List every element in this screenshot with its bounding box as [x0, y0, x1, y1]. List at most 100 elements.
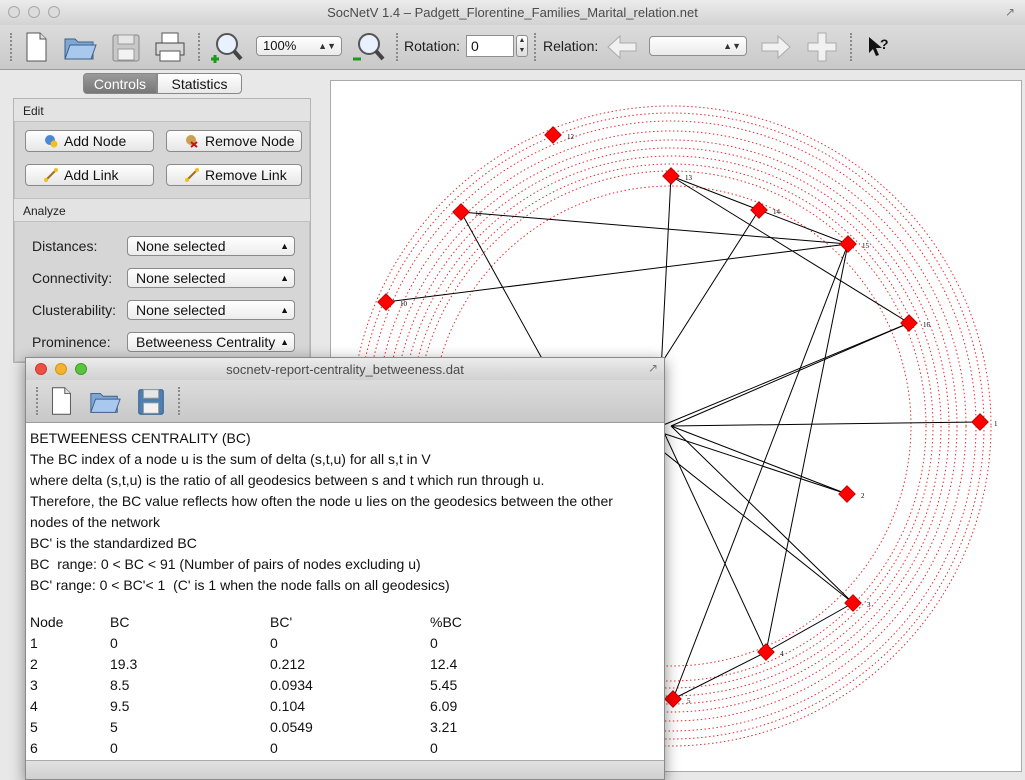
add-relation-button[interactable]	[804, 29, 840, 65]
node-diamond[interactable]	[750, 201, 768, 219]
distances-value: None selected	[136, 238, 226, 254]
graph-edge	[460, 211, 849, 245]
remove-node-button[interactable]: Remove Node	[166, 130, 302, 152]
whats-this-button[interactable]: ?	[860, 29, 896, 65]
open-folder-icon	[90, 392, 121, 413]
fullscreen-icon[interactable]: ↗	[648, 361, 658, 375]
node-diamond[interactable]	[377, 293, 395, 311]
zoom-select[interactable]: 100% ▲▼	[256, 36, 342, 56]
node-diamond[interactable]	[900, 314, 918, 332]
tab-statistics[interactable]: Statistics	[157, 73, 242, 94]
graph-node-5[interactable]: 5	[664, 690, 691, 708]
rotation-input[interactable]: 0	[466, 35, 514, 57]
chevron-updown-icon: ▲	[280, 273, 289, 283]
zoom-out-button[interactable]	[350, 29, 386, 65]
arrow-left-icon	[607, 34, 637, 60]
add-node-button[interactable]: Add Node	[25, 130, 154, 152]
table-cell: 5	[110, 719, 118, 735]
new-file-button[interactable]	[18, 29, 54, 65]
add-node-icon	[45, 135, 58, 148]
node-diamond[interactable]	[838, 485, 856, 503]
zoom-in-button[interactable]	[208, 29, 244, 65]
table-cell: 0	[110, 635, 118, 651]
svg-text:?: ?	[880, 36, 889, 52]
report-open-button[interactable]	[88, 384, 122, 418]
open-folder-icon	[64, 38, 97, 60]
graph-node-16[interactable]: 16	[900, 314, 931, 332]
remove-link-button[interactable]: Remove Link	[166, 164, 302, 186]
relation-label: Relation:	[543, 38, 599, 54]
relation-select[interactable]: ▲▼	[649, 36, 747, 56]
save-disk-icon	[112, 34, 140, 62]
table-cell: 0	[110, 740, 118, 756]
analyze-group-title: Analyze	[23, 204, 66, 218]
report-save-button[interactable]	[134, 384, 168, 418]
add-link-button[interactable]: Add Link	[25, 164, 154, 186]
chevron-updown-icon: ▲▼	[723, 41, 741, 51]
graph-edge	[670, 175, 910, 324]
tab-controls[interactable]: Controls	[83, 73, 157, 94]
graph-edge	[670, 425, 848, 495]
column-header: %BC	[430, 614, 462, 630]
fullscreen-icon[interactable]: ↗	[1005, 5, 1019, 19]
zoom-value: 100%	[263, 38, 297, 53]
graph-node-10[interactable]: 10	[377, 293, 408, 311]
graph-node-12[interactable]: 12	[544, 126, 575, 144]
graph-node-13[interactable]: 13	[662, 167, 693, 185]
graph-edge	[660, 322, 910, 427]
clusterability-select[interactable]: None selected ▲	[127, 300, 295, 320]
connectivity-label: Connectivity:	[32, 270, 113, 286]
connectivity-select[interactable]: None selected ▲	[127, 268, 295, 288]
graph-node-11[interactable]: 11	[452, 203, 483, 221]
node-label: 1	[994, 420, 998, 428]
node-diamond[interactable]	[757, 643, 775, 661]
node-diamond[interactable]	[662, 167, 680, 185]
node-diamond[interactable]	[544, 126, 562, 144]
node-diamond[interactable]	[664, 690, 682, 708]
report-line: The BC index of a node u is the sum of d…	[30, 451, 431, 467]
remove-node-icon	[186, 135, 198, 148]
node-label: 2	[861, 492, 865, 500]
remove-link-label: Remove Link	[205, 167, 287, 183]
graph-edge	[640, 425, 848, 495]
table-cell: 6	[30, 740, 38, 756]
save-file-button[interactable]	[108, 29, 144, 65]
table-cell: 0	[270, 635, 278, 651]
prominence-select[interactable]: Betweeness Centrality ▲	[127, 332, 295, 352]
table-cell: 1	[30, 635, 38, 651]
report-status-bar	[26, 760, 664, 779]
open-file-button[interactable]	[62, 29, 98, 65]
main-title-bar: SocNetV 1.4 – Padgett_Florentine_Familie…	[0, 0, 1025, 26]
previous-relation-button[interactable]	[604, 29, 640, 65]
report-toolbar	[26, 380, 664, 423]
distances-label: Distances:	[32, 238, 98, 254]
table-cell: 0.212	[270, 656, 306, 672]
node-diamond[interactable]	[452, 203, 470, 221]
graph-edge	[660, 425, 767, 653]
help-pointer-icon: ?	[869, 36, 889, 56]
table-cell: 0.0549	[270, 719, 313, 735]
node-label: 3	[867, 601, 871, 609]
clusterability-label: Clusterability:	[32, 302, 117, 318]
analyze-group: Distances: None selected ▲ Connectivity: …	[14, 221, 310, 362]
graph-edge	[670, 421, 981, 427]
distances-select[interactable]: None selected ▲	[127, 236, 295, 256]
prominence-label: Prominence:	[32, 334, 111, 350]
report-new-button[interactable]	[44, 384, 78, 418]
new-file-icon	[26, 32, 47, 62]
graph-node-2[interactable]: 2	[838, 485, 865, 503]
chevron-updown-icon: ▲	[280, 337, 289, 347]
chevron-updown-icon: ▲	[280, 305, 289, 315]
next-relation-button[interactable]	[758, 29, 794, 65]
node-diamond[interactable]	[971, 413, 989, 431]
column-header: BC	[110, 614, 130, 630]
add-node-label: Add Node	[64, 133, 127, 149]
graph-node-4[interactable]: 4	[757, 643, 784, 661]
connectivity-value: None selected	[136, 270, 226, 286]
print-button[interactable]	[152, 29, 188, 65]
node-label: 15	[862, 242, 870, 250]
edit-group-title: Edit	[23, 104, 44, 118]
graph-node-1[interactable]: 1	[971, 413, 998, 431]
add-link-label: Add Link	[64, 167, 119, 183]
rotation-stepper[interactable]: ▲ ▼	[516, 35, 528, 57]
